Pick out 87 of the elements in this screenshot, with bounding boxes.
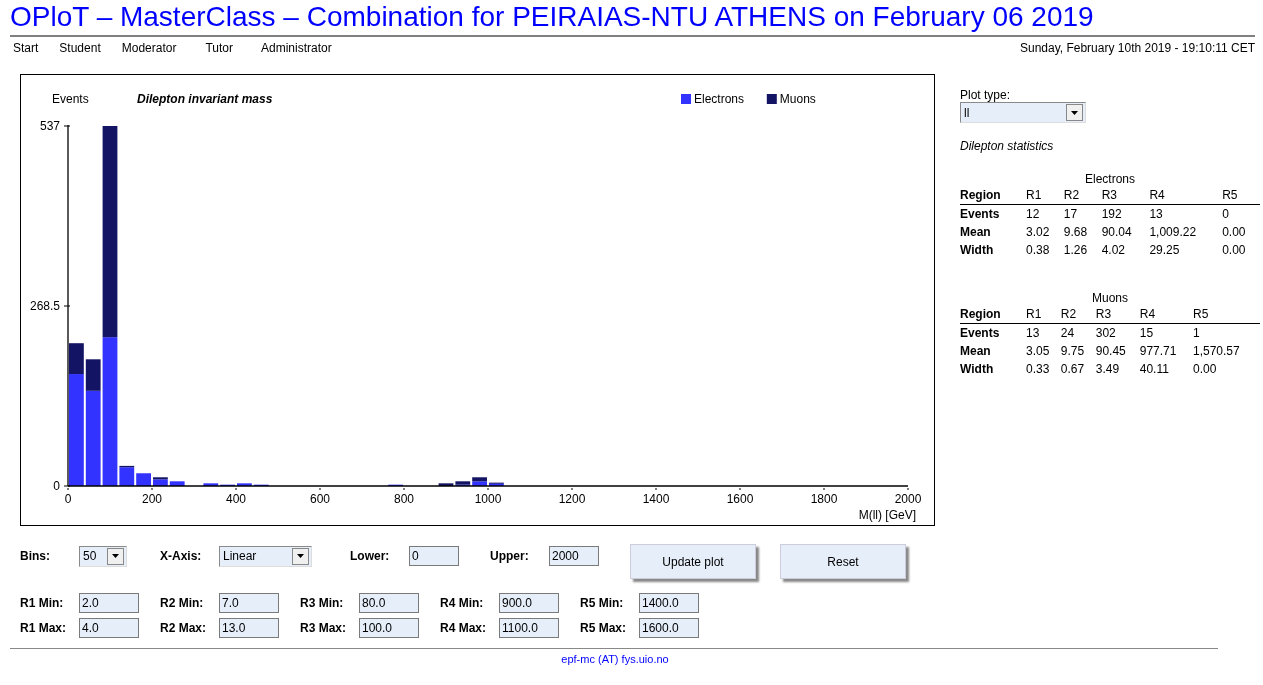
table-cell-text: 90.04	[1101, 224, 1133, 241]
plot-type-label: Plot type:	[960, 88, 1012, 102]
table-cell: 9.75	[1060, 342, 1096, 360]
table-cell: 302	[1095, 323, 1140, 342]
column-header: R3	[1095, 305, 1140, 324]
x-tick-label: 1000	[474, 492, 502, 506]
table-cell: 0	[1222, 204, 1260, 223]
table-cell: 0.33	[1026, 360, 1061, 378]
x-tick-label: 1600	[726, 492, 754, 506]
field-label: R2 Min:	[160, 595, 205, 610]
column-header: R3	[1101, 186, 1150, 205]
table-cell: 40.11	[1139, 360, 1193, 378]
table-cell: 24	[1060, 323, 1096, 342]
table-cell: 0.67	[1060, 360, 1096, 378]
x-tick-label: 1200	[558, 492, 586, 506]
y-tick-label: 268.5	[29, 299, 60, 313]
x-tick-label: 1800	[810, 492, 838, 506]
table-caption: Electrons	[1084, 172, 1136, 186]
date-time: Sunday, February 10th 2019 - 19:10:11 CET	[1019, 41, 1255, 57]
table-cell: 9.68	[1063, 223, 1102, 241]
x-tick-label: 0	[64, 492, 72, 506]
column-header: R2	[1063, 186, 1102, 205]
row-header: Events	[960, 204, 1026, 223]
field-label: Bins:	[20, 549, 51, 563]
row-header: Width	[960, 360, 1026, 378]
x-tick-label: 2000	[894, 492, 922, 506]
table-cell: 29.25	[1149, 241, 1223, 259]
x-tick-label: 800	[394, 492, 414, 506]
table-cell: 90.45	[1095, 342, 1140, 360]
table-cell: 977.71	[1139, 342, 1193, 360]
field-label: R1 Max:	[20, 620, 67, 635]
field-label: R5 Min:	[580, 595, 625, 610]
table-cell: 192	[1101, 204, 1150, 223]
table-cell: 1.26	[1063, 241, 1102, 259]
column-header: R1	[1026, 186, 1064, 205]
column-header: Region	[960, 305, 1026, 324]
table-cell: 15	[1139, 323, 1193, 342]
page-title: OPloT – MasterClass – Combination for PEIRAIAS-NTU ATHENS on February 06 2019	[9, 0, 1095, 33]
y-tick-label: 0	[53, 479, 60, 493]
table-cell-text: 1,570.57	[1192, 343, 1241, 360]
column-header: R4	[1149, 186, 1223, 205]
x-tick-label: 1400	[642, 492, 670, 506]
table-cell: 17	[1063, 204, 1102, 223]
table-cell: 13	[1149, 204, 1223, 223]
chart-title: Dilepton invariant mass	[137, 92, 273, 106]
statistics-title: Dilepton statistics	[960, 139, 1055, 153]
table-cell: 1,009.22	[1149, 223, 1223, 241]
table-cell: 3.02	[1026, 223, 1064, 241]
row-header: Mean	[960, 342, 1026, 360]
field-label: Lower:	[350, 549, 391, 563]
table-cell-text: 0.00	[1192, 361, 1218, 378]
field-label: R3 Max:	[300, 620, 347, 635]
x-axis-title: M(ll) [GeV]	[858, 508, 916, 522]
field-label: R2 Max:	[160, 620, 207, 635]
table-caption: Muons	[1091, 291, 1129, 305]
column-header: R5	[1222, 186, 1260, 205]
table-cell: 3.49	[1095, 360, 1140, 378]
x-tick-label: 200	[142, 492, 162, 506]
table-cell-text: 0.00	[1222, 242, 1247, 259]
table-cell: 13	[1026, 323, 1061, 342]
table-cell: 12	[1026, 204, 1064, 223]
y-tick-label: 537	[39, 119, 60, 133]
field-label: R3 Min:	[300, 595, 345, 610]
table-cell: 3.05	[1026, 342, 1061, 360]
table-cell: 1	[1192, 323, 1260, 342]
field-label: R5 Max:	[580, 620, 627, 635]
field-label: X-Axis:	[160, 549, 203, 563]
field-label: R4 Min:	[440, 595, 485, 610]
field-label: R4 Max:	[440, 620, 487, 635]
table-cell-text: 4.02	[1101, 242, 1126, 259]
legend-label: Muons	[779, 92, 816, 106]
field-label: Upper:	[490, 549, 530, 563]
column-header: Region	[960, 186, 1026, 205]
row-header: Events	[960, 323, 1026, 342]
field-label: R1 Min:	[20, 595, 65, 610]
column-header: R4	[1139, 305, 1193, 324]
y-axis-title: Events	[52, 92, 89, 106]
table-cell: 0.38	[1026, 241, 1064, 259]
row-header: Mean	[960, 223, 1026, 241]
x-tick-label: 600	[310, 492, 330, 506]
legend-label: Electrons	[694, 92, 745, 106]
row-header: Width	[960, 241, 1026, 259]
column-header: R1	[1026, 305, 1061, 324]
column-header: R2	[1060, 305, 1096, 324]
column-header: R5	[1192, 305, 1260, 324]
x-tick-label: 400	[226, 492, 246, 506]
table-cell-text: 0.00	[1222, 224, 1247, 241]
